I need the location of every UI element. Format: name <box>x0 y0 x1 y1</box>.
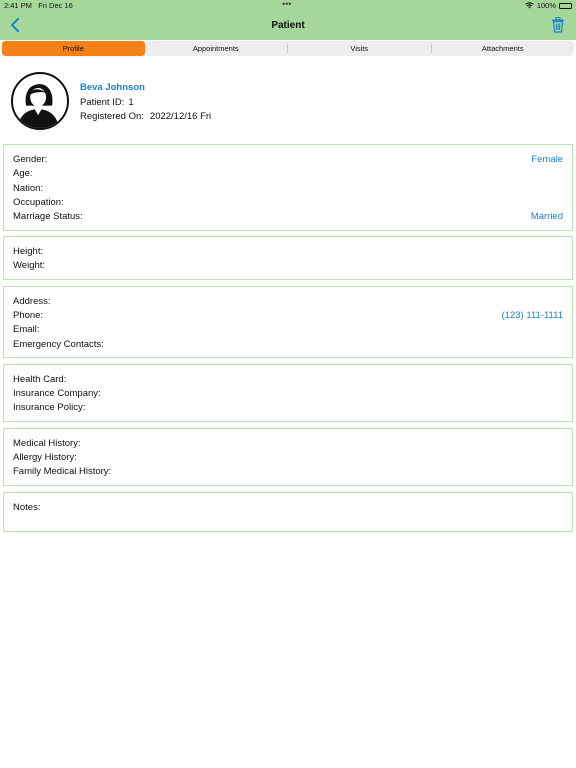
emergency-contacts-row[interactable]: Emergency Contacts: <box>13 339 563 350</box>
health-card-label: Health Card: <box>13 374 67 385</box>
age-label: Age: <box>13 168 33 179</box>
phone-value[interactable]: (123) 111-1111 <box>502 310 563 321</box>
occupation-label: Occupation: <box>13 197 64 208</box>
body-measurements-card[interactable]: Height: Weight: <box>3 236 573 280</box>
patient-id-label: Patient ID: <box>80 97 125 108</box>
weight-label: Weight: <box>13 260 46 271</box>
height-label: Height: <box>13 246 44 257</box>
tab-profile[interactable]: Profile <box>2 41 145 56</box>
status-date-text: Fri Dec 16 <box>38 1 73 10</box>
patient-avatar-icon <box>17 84 59 128</box>
registered-on-line: Registered On: 2022/12/16 Fri <box>80 111 211 122</box>
allergy-history-row[interactable]: Allergy History: <box>13 452 563 463</box>
medical-history-label: Medical History: <box>13 438 81 449</box>
insurance-policy-label: Insurance Policy: <box>13 402 86 413</box>
gender-value: Female <box>531 154 563 165</box>
insurance-card[interactable]: Health Card: Insurance Company: Insuranc… <box>3 364 573 422</box>
gender-label: Gender: <box>13 154 48 165</box>
insurance-policy-row[interactable]: Insurance Policy: <box>13 402 563 413</box>
registered-on-value: 2022/12/16 Fri <box>149 111 212 122</box>
emergency-contacts-label: Emergency Contacts: <box>13 339 104 350</box>
marriage-status-label: Marriage Status: <box>13 211 83 222</box>
tab-appointments[interactable]: Appointments <box>145 41 288 56</box>
notes-label: Notes: <box>13 502 41 513</box>
tab-visits[interactable]: Visits <box>288 41 431 56</box>
email-row[interactable]: Email: <box>13 324 563 335</box>
history-card[interactable]: Medical History: Allergy History: Family… <box>3 428 573 486</box>
family-medical-history-label: Family Medical History: <box>13 466 112 477</box>
address-row[interactable]: Address: <box>13 296 563 307</box>
navigation-header: 2:41 PM Fri Dec 16 ••• 100% Patient <box>0 0 576 40</box>
trash-icon[interactable] <box>551 17 565 33</box>
contact-card[interactable]: Address: Phone: (123) 111-1111 Email: Em… <box>3 286 573 358</box>
occupation-row[interactable]: Occupation: <box>13 197 563 208</box>
multitasking-dots-icon[interactable]: ••• <box>282 0 291 9</box>
notes-row[interactable]: Notes: <box>13 502 563 513</box>
phone-row[interactable]: Phone: (123) 111-1111 <box>13 310 563 321</box>
allergy-history-label: Allergy History: <box>13 452 77 463</box>
page-title: Patient <box>271 20 305 31</box>
registered-on-label: Registered On: <box>80 111 144 122</box>
battery-percent: 100% <box>536 1 556 10</box>
nation-label: Nation: <box>13 183 44 194</box>
notes-card[interactable]: Notes: <box>3 492 573 532</box>
marriage-status-row[interactable]: Marriage Status: Married <box>13 211 563 222</box>
weight-row[interactable]: Weight: <box>13 260 563 271</box>
phone-label: Phone: <box>13 310 44 321</box>
medical-history-row[interactable]: Medical History: <box>13 438 563 449</box>
wifi-icon <box>525 2 534 9</box>
email-label: Email: <box>13 324 40 335</box>
health-card-row[interactable]: Health Card: <box>13 374 563 385</box>
status-indicators: 100% <box>525 1 572 10</box>
patient-id-line: Patient ID: 1 <box>80 97 134 108</box>
status-time-text: 2:41 PM <box>4 1 32 10</box>
patient-id-value: 1 <box>128 97 134 108</box>
insurance-company-row[interactable]: Insurance Company: <box>13 388 563 399</box>
basic-info-card[interactable]: Gender: Female Age: Nation: Occupation: … <box>3 144 573 231</box>
height-row[interactable]: Height: <box>13 246 563 257</box>
address-label: Address: <box>13 296 51 307</box>
age-row[interactable]: Age: <box>13 168 563 179</box>
family-medical-history-row[interactable]: Family Medical History: <box>13 466 563 477</box>
tab-attachments[interactable]: Attachments <box>432 41 575 56</box>
patient-name: Beva Johnson <box>80 82 145 93</box>
gender-row[interactable]: Gender: Female <box>13 154 563 165</box>
insurance-company-label: Insurance Company: <box>13 388 101 399</box>
marriage-status-value: Married <box>530 211 563 222</box>
battery-icon <box>559 2 572 9</box>
status-time: 2:41 PM Fri Dec 16 <box>4 1 73 10</box>
nation-row[interactable]: Nation: <box>13 183 563 194</box>
segmented-tabs: Profile Appointments Visits Attachments <box>2 41 574 56</box>
avatar[interactable] <box>11 72 69 130</box>
